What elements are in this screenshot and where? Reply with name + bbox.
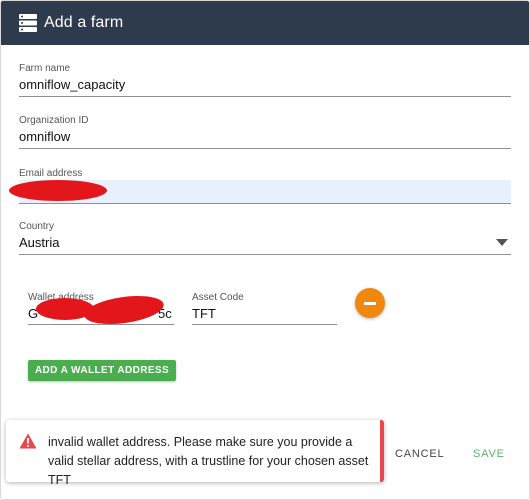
farm-name-value[interactable]: omniflow_capacity bbox=[19, 77, 125, 92]
save-button[interactable]: SAVE bbox=[473, 448, 505, 460]
asset-code-field[interactable]: Asset Code TFT bbox=[192, 292, 337, 325]
organization-id-label: Organization ID bbox=[19, 115, 89, 126]
country-value[interactable]: Austria bbox=[19, 235, 59, 250]
wallet-address-field[interactable]: Wallet address G 5c bbox=[28, 291, 174, 329]
organization-id-underline bbox=[19, 148, 511, 149]
toast-accent-stripe bbox=[380, 420, 384, 482]
error-toast: invalid wallet address. Please make sure… bbox=[6, 420, 384, 487]
warning-icon bbox=[19, 433, 37, 449]
farm-name-label: Farm name bbox=[19, 63, 71, 74]
email-label: Email address bbox=[19, 168, 83, 179]
minus-icon bbox=[364, 302, 376, 305]
cancel-button[interactable]: CANCEL bbox=[395, 448, 444, 460]
dialog-title: Add a farm bbox=[44, 14, 124, 31]
country-label: Country bbox=[19, 221, 55, 232]
wallet-address-underline bbox=[28, 324, 174, 325]
server-icon bbox=[19, 14, 37, 32]
organization-id-value[interactable]: omniflow bbox=[19, 129, 70, 144]
redaction-mark bbox=[9, 180, 107, 201]
asset-code-label: Asset Code bbox=[192, 292, 244, 303]
farm-name-underline bbox=[19, 96, 511, 97]
add-wallet-address-button[interactable]: ADD A WALLET ADDRESS bbox=[28, 360, 176, 381]
farm-name-field[interactable]: Farm name omniflow_capacity bbox=[19, 63, 511, 97]
toast-message: invalid wallet address. Please make sure… bbox=[48, 435, 369, 487]
add-farm-dialog: Add a farm Farm name omniflow_capacity O… bbox=[0, 0, 530, 500]
organization-id-field[interactable]: Organization ID omniflow bbox=[19, 115, 511, 149]
dialog-titlebar: Add a farm bbox=[1, 1, 529, 45]
redaction-mark bbox=[82, 291, 166, 329]
chevron-down-icon[interactable] bbox=[496, 239, 508, 246]
email-underline bbox=[19, 203, 511, 204]
remove-wallet-button[interactable] bbox=[355, 288, 385, 318]
country-underline bbox=[19, 254, 511, 255]
country-select[interactable]: Country Austria bbox=[19, 221, 511, 255]
asset-code-value[interactable]: TFT bbox=[192, 306, 216, 321]
asset-code-underline bbox=[192, 324, 337, 325]
email-field[interactable]: Email address bbox=[9, 168, 511, 204]
